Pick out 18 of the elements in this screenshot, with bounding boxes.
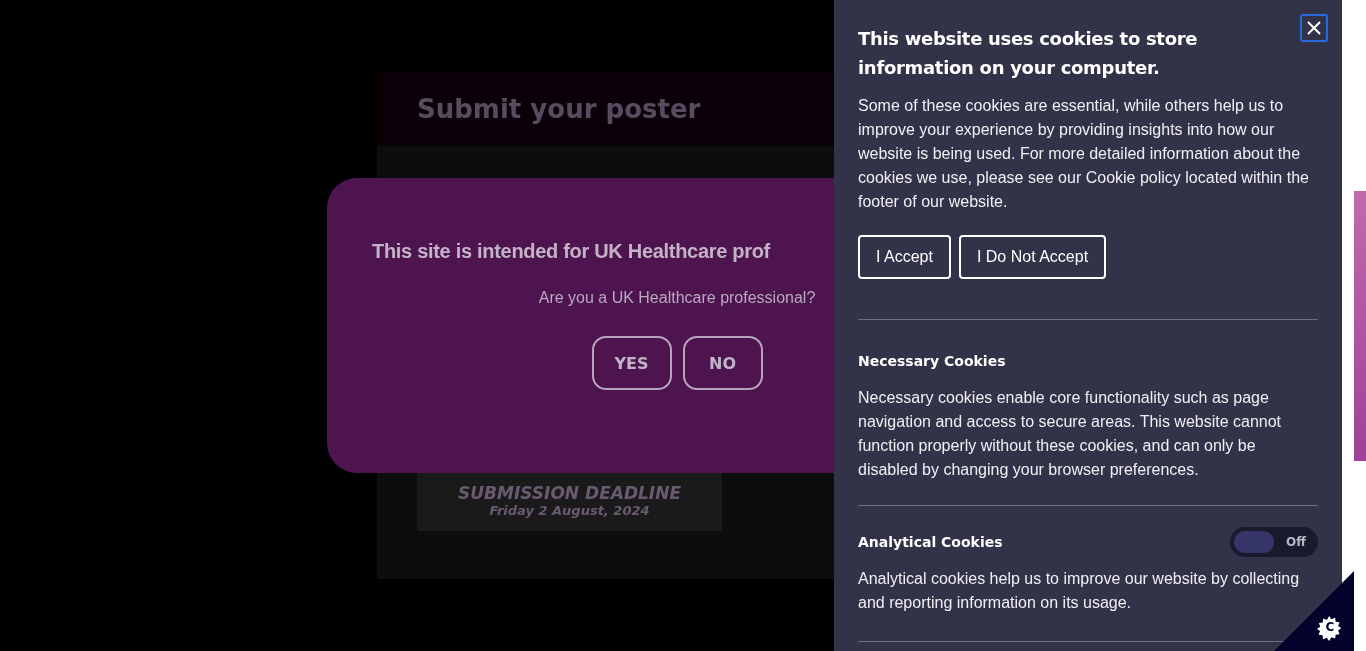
close-button[interactable] [1300, 14, 1328, 42]
page-title: Submit your poster [417, 94, 701, 124]
cookie-toggle[interactable]: Off [1230, 527, 1318, 557]
deadline-title: SUBMISSION DEADLINE [457, 482, 681, 503]
answer-button[interactable]: YES [591, 336, 672, 390]
consent-button[interactable]: I Do Not Accept [958, 235, 1107, 279]
consent-button[interactable]: I Accept [858, 235, 951, 279]
cookie-title: This website uses cookies to store information on your computer. [858, 27, 1199, 80]
section-title: Analytical Cookies [858, 534, 1003, 550]
section-text: Necessary cookies enable core functionality such as page navigation and access to secure areas. This website cannot function properly without these cookies, and can only be disabled by changing your browser preferences. [858, 388, 1283, 480]
answer-button[interactable]: NO [682, 336, 763, 390]
modal-heading: This site is intended for UK Healthcare prof [372, 240, 770, 263]
cookie-intro: Some of these cookies are essential, while others help us to improve your experience by providing insights into how our website is being used. For more detailed information about the cookies we use, please see our Cookie policy located within the footer of our website. [858, 96, 1310, 212]
modal-question: Are you a UK Healthcare professional? [537, 289, 817, 307]
gear-icon [1317, 615, 1343, 641]
section-title: Necessary Cookies [858, 353, 1006, 369]
deadline-date: Friday 2 August, 2024 [489, 502, 650, 518]
close-icon [1306, 20, 1322, 36]
